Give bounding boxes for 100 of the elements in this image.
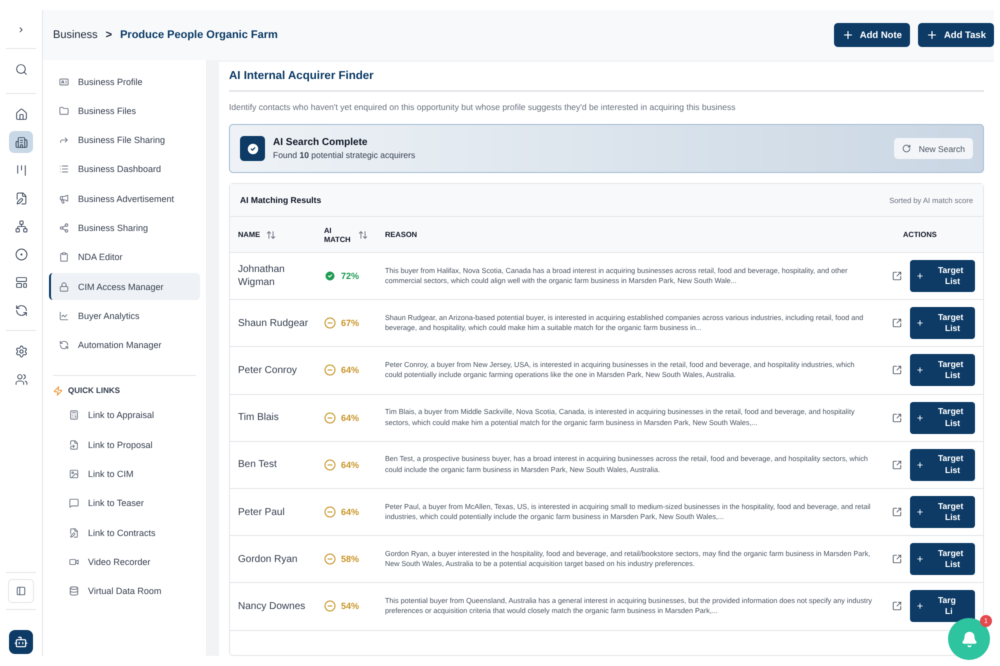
- external-link-icon[interactable]: [892, 412, 902, 423]
- banner-subtitle: Found 10 potential strategic acquirers: [273, 150, 416, 160]
- edit-icon: [69, 528, 79, 538]
- breadcrumb-separator: >: [106, 29, 112, 41]
- share-icon: [59, 222, 69, 233]
- quick-link[interactable]: Link to Proposal: [49, 431, 200, 458]
- sidebar-item[interactable]: Automation Manager: [49, 332, 200, 359]
- image-icon: [69, 469, 79, 480]
- minus-circle-icon: [324, 458, 336, 471]
- quick-link[interactable]: Link to Contracts: [49, 519, 200, 546]
- plus-icon: [916, 555, 924, 564]
- minus-circle-icon: [324, 364, 336, 376]
- line-chart-icon: [59, 310, 69, 321]
- match-score: 64%: [341, 412, 360, 423]
- target-list-button[interactable]: Target List: [910, 354, 975, 386]
- results-title: AI Matching Results: [240, 195, 322, 205]
- target-list-button[interactable]: Target List: [910, 448, 975, 481]
- match-score: 64%: [341, 365, 360, 376]
- list-icon: [59, 164, 69, 174]
- sidebar-item[interactable]: Business File Sharing: [49, 126, 200, 154]
- assistant-button[interactable]: [9, 630, 33, 654]
- external-link-icon[interactable]: [892, 507, 902, 518]
- plus-icon: [916, 414, 924, 422]
- folder-icon: [59, 106, 69, 116]
- video-icon: [69, 556, 79, 567]
- plus-icon: [916, 272, 924, 280]
- plus-icon: [916, 508, 924, 516]
- minus-circle-icon: [324, 553, 336, 566]
- section-title: QUICK LINKS: [68, 386, 120, 396]
- target-list-button[interactable]: Target List: [910, 402, 975, 434]
- target-list-button[interactable]: Target List: [910, 307, 975, 340]
- minus-circle-icon: [324, 317, 336, 330]
- match-score: 54%: [341, 601, 360, 612]
- plus-icon: [926, 29, 938, 41]
- panel-description: Identify contacts who haven't yet enquired on this opportunity but whose profile suggests they'd be interested in acquiring this business: [229, 102, 736, 112]
- target-list-button[interactable]: Target List: [910, 543, 975, 576]
- quick-link[interactable]: Link to Appraisal: [49, 402, 200, 429]
- buyer-name: Peter Paul: [238, 506, 286, 519]
- sidebar-item[interactable]: Business Dashboard: [49, 156, 200, 183]
- sidebar-item[interactable]: Business Advertisement: [49, 185, 200, 212]
- plus-icon: [916, 460, 924, 469]
- plus-icon: [916, 602, 924, 610]
- match-score: 64%: [341, 507, 360, 518]
- plus-icon: [916, 319, 924, 328]
- buyer-name: Tim Blais: [238, 411, 280, 424]
- quick-link[interactable]: Link to CIM: [49, 460, 200, 488]
- sidebar-toggle-button[interactable]: [8, 579, 34, 603]
- file-icon: [69, 440, 79, 450]
- minus-circle-icon: [324, 506, 336, 518]
- new-search-button[interactable]: New Search: [894, 138, 973, 159]
- external-link-icon[interactable]: [892, 601, 902, 612]
- sort-icon[interactable]: [358, 230, 368, 240]
- message-icon: [69, 498, 79, 508]
- minus-circle-icon: [324, 412, 336, 424]
- sidebar-item[interactable]: CIM Access Manager: [49, 273, 200, 300]
- banner-title: AI Search Complete: [273, 137, 368, 148]
- match-score: 64%: [341, 460, 360, 470]
- plus-icon: [916, 366, 924, 374]
- sidebar-item[interactable]: Business Profile: [49, 68, 200, 95]
- buyer-name: Gordon Ryan: [238, 552, 298, 566]
- sidebar-item[interactable]: Business Sharing: [49, 214, 200, 242]
- quick-link[interactable]: Virtual Data Room: [49, 578, 200, 605]
- building-icon[interactable]: [9, 131, 33, 153]
- target-list-button[interactable]: Target List: [910, 260, 975, 292]
- external-link-icon[interactable]: [892, 271, 902, 282]
- buyer-name: Nancy Downes: [238, 600, 306, 613]
- panel-icon: [16, 586, 26, 596]
- robot-icon: [14, 635, 28, 649]
- breadcrumb-current: Produce People Organic Farm: [120, 29, 278, 41]
- external-link-icon[interactable]: [892, 365, 902, 376]
- sidebar-item[interactable]: Business Files: [49, 97, 200, 124]
- quick-link[interactable]: Video Recorder: [49, 548, 200, 576]
- check-icon: [240, 136, 265, 161]
- sort-icon[interactable]: [266, 230, 276, 240]
- buyer-name: Johnathan Wigman: [238, 263, 286, 290]
- external-link-icon[interactable]: [892, 460, 902, 470]
- sidebar-item[interactable]: NDA Editor: [49, 244, 200, 271]
- breadcrumb-link[interactable]: Business: [53, 29, 98, 41]
- minus-circle-icon: [324, 600, 336, 612]
- target-list-button[interactable]: Targ Li: [910, 590, 975, 622]
- match-score: 58%: [341, 554, 360, 564]
- external-link-icon[interactable]: [892, 554, 902, 564]
- sidebar-item[interactable]: Buyer Analytics: [49, 302, 200, 330]
- match-score: 72%: [341, 271, 360, 282]
- id-card-icon: [59, 76, 69, 86]
- add-note-button[interactable]: Add Note: [834, 23, 910, 47]
- megaphone-icon: [59, 194, 69, 204]
- clipboard-icon: [59, 252, 69, 262]
- quick-link[interactable]: Link to Teaser: [49, 490, 200, 517]
- target-list-button[interactable]: Target List: [910, 496, 975, 528]
- buyer-name: Peter Conroy: [238, 364, 298, 377]
- calculator-icon: [69, 410, 79, 420]
- plus-icon: [842, 29, 854, 41]
- expand-toggle[interactable]: ›: [19, 16, 23, 42]
- bell-icon: [960, 630, 978, 648]
- external-link-icon[interactable]: [892, 318, 902, 328]
- refresh-icon: [902, 144, 911, 153]
- database-icon: [69, 586, 79, 596]
- panel-title: AI Internal Acquirer Finder: [229, 70, 984, 92]
- add-task-button[interactable]: Add Task: [918, 23, 994, 47]
